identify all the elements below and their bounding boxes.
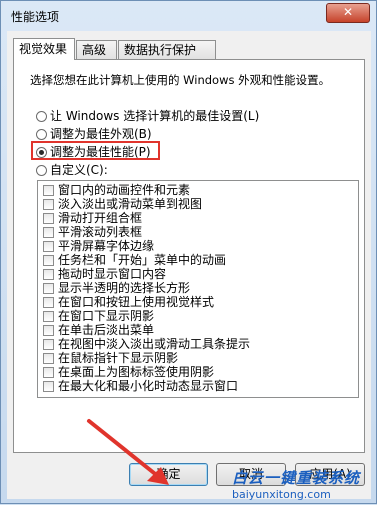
- performance-options-window: 性能选项 ✕ 视觉效果 高级 数据执行保护 选择您想在此计算机上使用的 Wind…: [0, 0, 377, 504]
- tab-visual-effects[interactable]: 视觉效果: [13, 38, 75, 60]
- annotation-arrow-icon: [87, 419, 169, 485]
- watermark: 白云一键重装系统 baiyunxitong.com: [228, 467, 377, 505]
- watermark-title: 白云一键重装系统: [232, 469, 361, 487]
- watermark-url: baiyunxitong.com: [232, 488, 331, 501]
